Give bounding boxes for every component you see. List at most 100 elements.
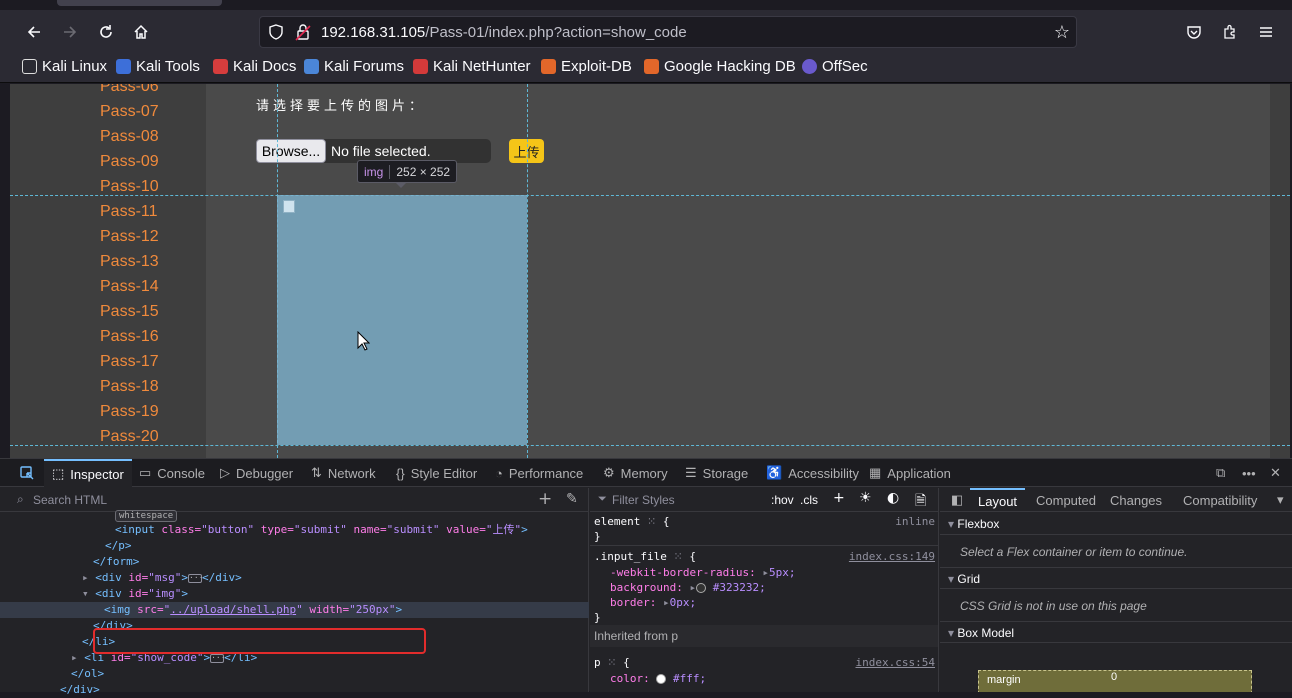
bookmark-kali-forums[interactable]: Kali Forums [304, 58, 404, 75]
dark-scheme-icon[interactable]: ◐ [887, 490, 899, 506]
address-bar[interactable]: 192.168.31.105/Pass-01/index.php?action=… [259, 16, 1077, 48]
class-toggle[interactable]: .cls [800, 493, 818, 507]
rule-p-header[interactable]: p ⁙ {index.css:54 [594, 655, 938, 670]
menu-item-pass-20[interactable]: Pass-20 [100, 428, 159, 446]
close-devtools-icon[interactable]: ✕ [1270, 459, 1281, 487]
collapse-triangle-icon[interactable]: ▾ [82, 587, 95, 600]
add-node-icon[interactable]: + [538, 489, 552, 509]
filter-styles-input[interactable]: Filter Styles [612, 493, 675, 507]
expand-triangle-icon[interactable]: ▸ [689, 581, 696, 594]
tab-layout[interactable]: Layout [970, 488, 1026, 512]
box-model-margin[interactable]: margin 0 [978, 670, 1252, 692]
menu-item-pass-13[interactable]: Pass-13 [100, 253, 159, 271]
tab-debugger[interactable]: ▷ Debugger [220, 459, 293, 487]
print-media-icon[interactable]: 🗎 [915, 490, 926, 514]
element-picker-icon[interactable] [16, 459, 38, 487]
bookmark-kali-docs[interactable]: Kali Docs [213, 58, 296, 75]
reload-icon[interactable] [92, 18, 120, 46]
markup-line[interactable]: </p> [0, 538, 589, 554]
forward-arrow-icon[interactable] [56, 18, 84, 46]
more-options-icon[interactable]: ••• [1242, 459, 1256, 487]
tab-console[interactable]: ▭ Console [139, 459, 205, 487]
flexbox-section-header[interactable]: ▾ Flexbox [940, 513, 1292, 535]
grid-section-header[interactable]: ▾ Grid [940, 567, 1292, 589]
collapsed-content-icon[interactable]: ··· [188, 573, 203, 583]
tab-application[interactable]: ▦ Application [869, 459, 951, 487]
bookmark-offsec[interactable]: OffSec [802, 58, 868, 75]
menu-item-pass-19[interactable]: Pass-19 [100, 403, 159, 421]
uploaded-image-highlight[interactable] [277, 195, 527, 445]
tracking-shield-icon[interactable] [268, 24, 284, 44]
browser-tab[interactable] [57, 0, 222, 6]
back-arrow-icon[interactable] [20, 18, 48, 46]
bookmark-kali-linux[interactable]: Kali Linux [22, 58, 107, 75]
light-scheme-icon[interactable]: ☀ [859, 490, 872, 506]
pocket-icon[interactable] [1180, 18, 1208, 46]
rule-declaration[interactable]: -webkit-border-radius: ▸5px; [594, 565, 938, 580]
rule-declaration[interactable]: border: ▸0px; [594, 595, 938, 610]
tab-storage[interactable]: ☰ Storage [685, 459, 748, 487]
rule-declaration[interactable]: background: ▸ #323232; [594, 580, 938, 595]
tab-network[interactable]: ⇅ Network [311, 459, 376, 487]
rule-source-link[interactable]: index.css:54 [856, 655, 935, 670]
insecure-lock-icon[interactable] [295, 23, 311, 45]
menu-item-pass-16[interactable]: Pass-16 [100, 328, 159, 346]
tab-style-editor[interactable]: {} Style Editor [396, 459, 477, 487]
menu-item-pass-11[interactable]: Pass-11 [100, 203, 158, 221]
rule-element-header[interactable]: element ⁙ {inline [594, 514, 938, 529]
tab-memory[interactable]: ⚙ Memory [603, 459, 668, 487]
eyedropper-icon[interactable]: ✎ [566, 491, 578, 507]
menu-item-pass-17[interactable]: Pass-17 [100, 353, 159, 371]
menu-icon[interactable] [1252, 18, 1280, 46]
color-swatch[interactable] [696, 583, 707, 593]
markup-line-selected[interactable]: <img src="../upload/shell.php" width="25… [0, 602, 589, 618]
margin-top-value[interactable]: 0 [1111, 671, 1117, 683]
menu-item-pass-18[interactable]: Pass-18 [100, 378, 159, 396]
rule-declaration[interactable]: color: #fff; [594, 671, 938, 686]
browse-button[interactable]: Browse... [256, 139, 326, 163]
search-html-input[interactable]: Search HTML [33, 493, 107, 507]
menu-item-pass-06[interactable]: Pass-06 [100, 84, 159, 96]
expand-triangle-icon[interactable]: ▸ [762, 566, 769, 579]
menu-item-pass-14[interactable]: Pass-14 [100, 278, 159, 296]
collapsed-content-icon[interactable]: ··· [210, 653, 226, 663]
dock-toggle-icon[interactable]: ⧉ [1216, 459, 1225, 487]
markup-line[interactable]: <input class="button" type="submit" name… [0, 522, 589, 538]
menu-item-pass-15[interactable]: Pass-15 [100, 303, 159, 321]
markup-line[interactable]: whitespace [0, 507, 589, 523]
extensions-icon[interactable] [1216, 18, 1244, 46]
markup-line[interactable]: ▸ <div id="msg">···</div> [0, 570, 589, 586]
tab-accessibility[interactable]: ♿ Accessibility [766, 459, 859, 487]
toggle-sidebar-icon[interactable]: ◧ [946, 488, 968, 512]
hover-state-toggle[interactable]: :hov [771, 493, 794, 507]
menu-item-pass-10[interactable]: Pass-10 [100, 178, 159, 196]
menu-item-pass-07[interactable]: Pass-07 [100, 103, 159, 121]
rule-input-file-header[interactable]: .input_file ⁙ {index.css:149 [594, 549, 938, 564]
bookmark-kali-nethunter[interactable]: Kali NetHunter [413, 58, 531, 75]
markup-line[interactable]: ▾ <div id="img"> [0, 586, 589, 602]
expand-triangle-icon[interactable]: ▸ [71, 651, 84, 664]
expand-triangle-icon[interactable]: ▸ [663, 596, 670, 609]
markup-line[interactable]: </div> [0, 682, 589, 698]
tab-performance[interactable]: ◔ Performance [495, 459, 583, 487]
markup-line[interactable]: </ol> [0, 666, 589, 682]
menu-item-pass-12[interactable]: Pass-12 [100, 228, 159, 246]
bookmark-google-hacking-db[interactable]: Google Hacking DB [644, 58, 796, 75]
overflow-dropdown-icon[interactable]: ▾ [1277, 488, 1284, 512]
expand-triangle-icon[interactable]: ▸ [82, 571, 95, 584]
home-icon[interactable] [127, 18, 155, 46]
add-rule-icon[interactable]: + [833, 490, 845, 506]
attr-value-link[interactable]: ../upload/shell.php [170, 603, 296, 616]
menu-item-pass-08[interactable]: Pass-08 [100, 128, 159, 146]
markup-line[interactable]: </form> [0, 554, 589, 570]
tab-computed[interactable]: Computed [1036, 488, 1096, 512]
menu-item-pass-09[interactable]: Pass-09 [100, 153, 159, 171]
bookmark-star-icon[interactable]: ☆ [1054, 22, 1070, 43]
tab-changes[interactable]: Changes [1110, 488, 1162, 512]
bookmark-exploit-db[interactable]: Exploit-DB [541, 58, 632, 75]
bookmark-kali-tools[interactable]: Kali Tools [116, 58, 200, 75]
tab-inspector[interactable]: ⬚ Inspector [44, 459, 132, 487]
rule-source-link[interactable]: index.css:149 [849, 549, 935, 564]
box-model-section-header[interactable]: ▾ Box Model [940, 621, 1292, 643]
color-swatch[interactable] [656, 674, 667, 684]
